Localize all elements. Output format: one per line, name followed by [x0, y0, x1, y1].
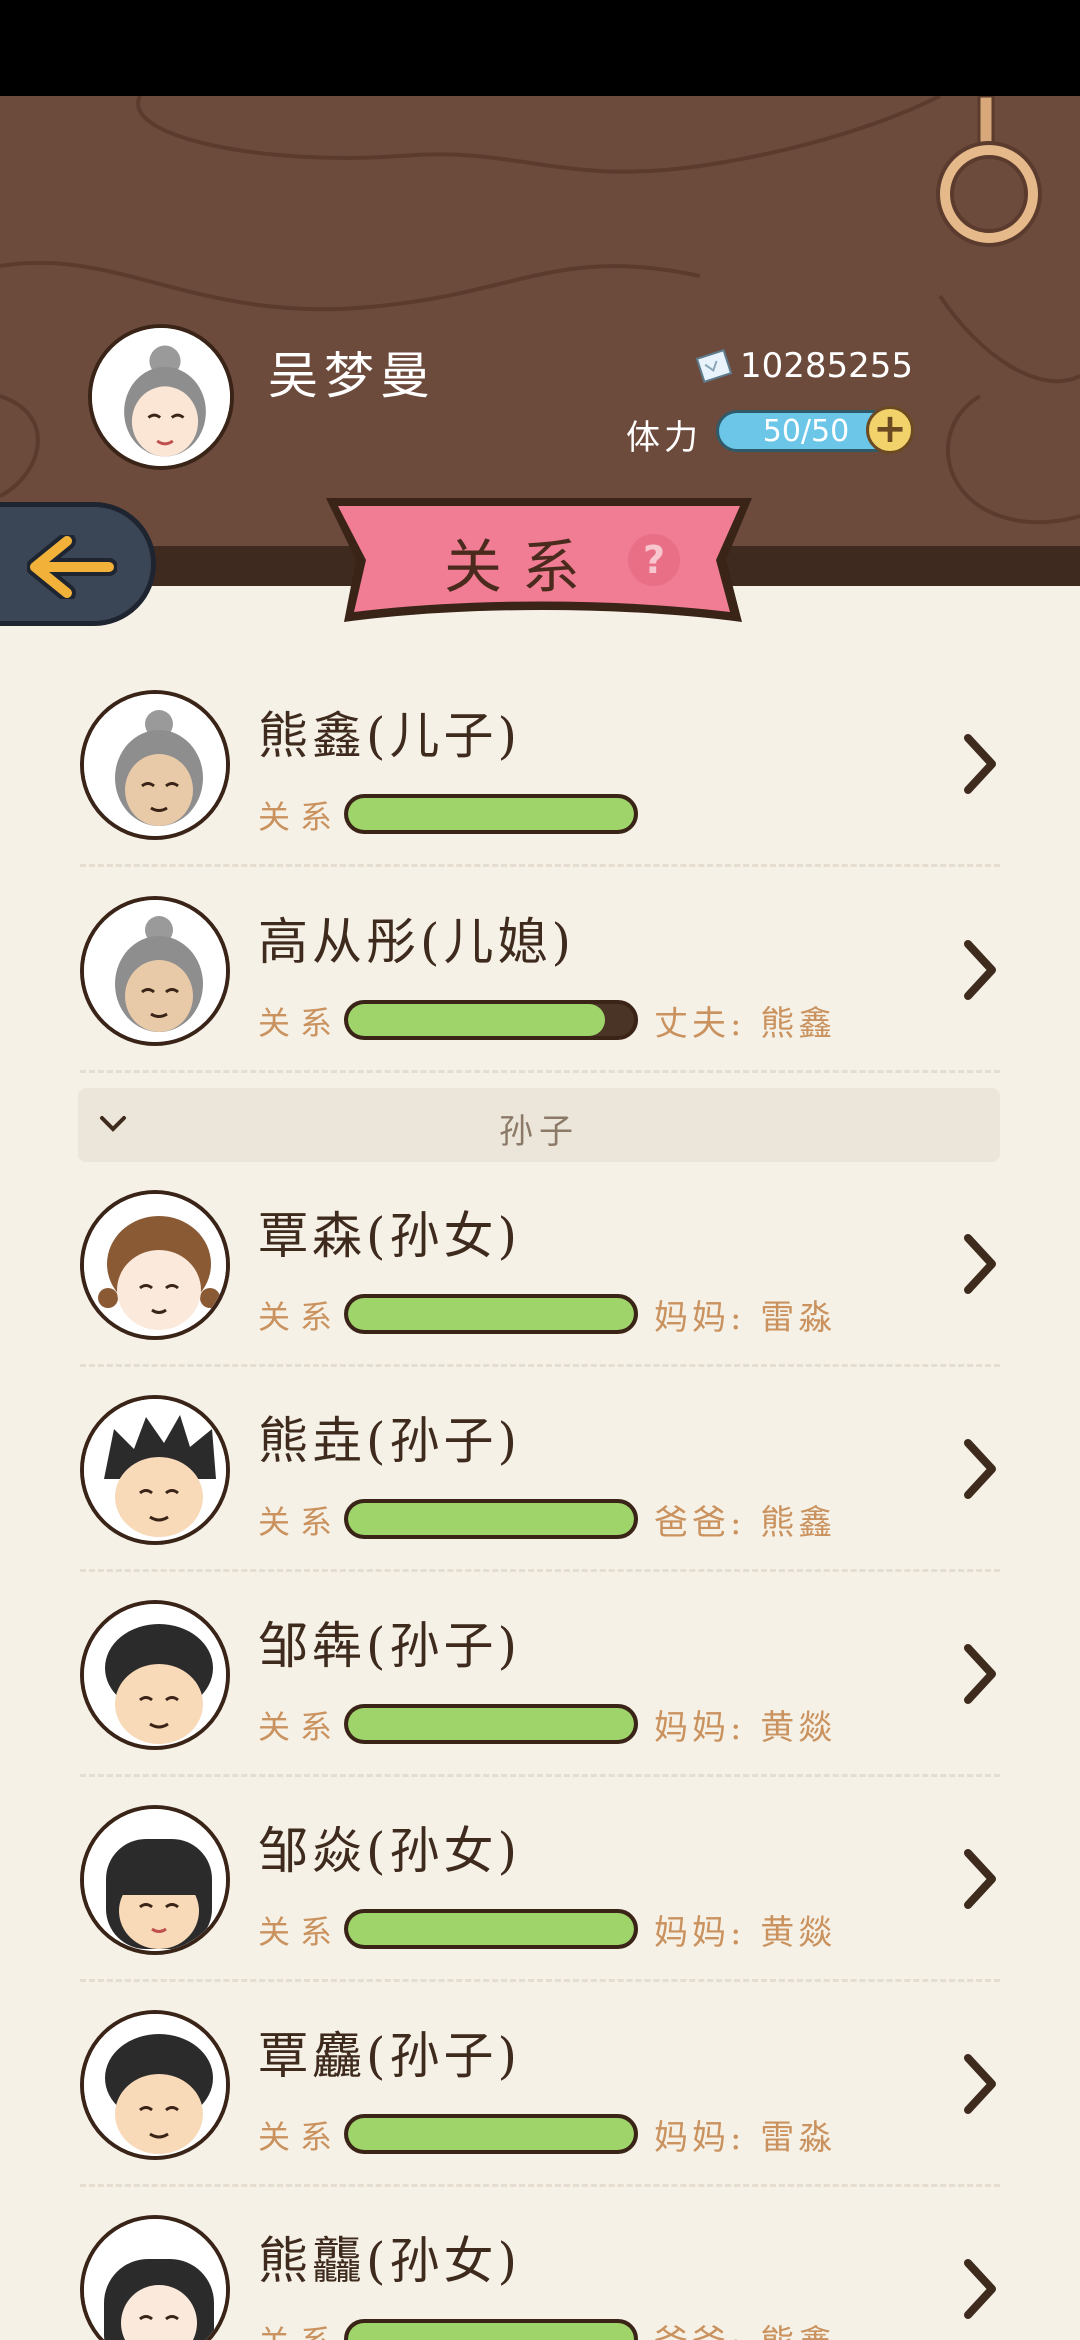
member-avatar [80, 2215, 230, 2340]
relation-bar [344, 1909, 638, 1949]
chevron-right-icon[interactable] [960, 1642, 1000, 1706]
boy-spiky-icon [84, 1399, 226, 1541]
relation-bar-fill [348, 1708, 634, 1740]
relation-label: 关系 [258, 798, 343, 836]
chevron-right-icon[interactable] [960, 938, 1000, 1002]
relations-banner: 关系 ? [322, 490, 756, 630]
relation-row[interactable]: 邹犇(孙子) 关系 妈妈: 黄燚 [0, 1590, 1080, 1795]
relation-note: 妈妈: 黄燚 [654, 1913, 837, 1953]
member-name: 熊鑫(儿子) [258, 707, 522, 765]
relation-row[interactable]: 熊龘(孙女) 关系 爸爸: 熊鑫 [0, 2205, 1080, 2340]
row-divider [80, 2184, 1000, 2187]
header-wood-panel [0, 96, 1080, 546]
relation-note: 妈妈: 雷淼 [654, 1298, 837, 1338]
relation-label: 关系 [258, 2118, 343, 2156]
player-name: 吴梦曼 [268, 347, 436, 405]
status-bar [0, 0, 1080, 96]
relation-row[interactable]: 覃麤(孙子) 关系 妈妈: 雷淼 [0, 2000, 1080, 2205]
money-amount: 10285255 [740, 346, 914, 386]
relation-label: 关系 [258, 1913, 343, 1951]
row-divider [80, 1364, 1000, 1367]
player-avatar[interactable] [88, 324, 234, 470]
member-name: 覃麤(孙子) [258, 2027, 522, 2085]
group-title: 孙子 [499, 1112, 579, 1152]
relation-bar [344, 794, 638, 834]
hanging-ring-icon [936, 96, 1042, 247]
relation-bar-fill [348, 1298, 634, 1330]
member-avatar [80, 2010, 230, 2160]
relation-label: 关系 [258, 1298, 343, 1336]
arrow-left-icon [27, 535, 117, 599]
relation-row[interactable]: 邹焱(孙女) 关系 妈妈: 黄燚 [0, 1795, 1080, 2000]
relation-note: 丈夫: 熊鑫 [654, 1004, 837, 1044]
member-name: 熊龘(孙女) [258, 2232, 522, 2290]
elder-woman-icon [84, 900, 226, 1042]
member-avatar [80, 1600, 230, 1750]
member-avatar [80, 690, 230, 840]
member-avatar [80, 1395, 230, 1545]
member-name: 邹焱(孙女) [258, 1822, 522, 1880]
boy-icon [84, 1604, 226, 1746]
row-divider [80, 1774, 1000, 1777]
chevron-right-icon[interactable] [960, 2257, 1000, 2321]
relation-label: 关系 [258, 2317, 342, 2340]
relation-row[interactable]: 熊垚(孙子) 关系 爸爸: 熊鑫 [0, 1385, 1080, 1590]
row-divider [80, 1070, 1000, 1073]
relation-row[interactable]: 熊鑫(儿子) 关系 [0, 680, 1080, 885]
relation-note: 爸爸: 熊鑫 [654, 2315, 836, 2340]
stamina-label: 体力 [626, 418, 702, 458]
chevron-right-icon[interactable] [960, 2052, 1000, 2116]
member-avatar [80, 896, 230, 1046]
relation-note: 妈妈: 雷淼 [654, 2118, 837, 2158]
money-display: 10285255 [694, 346, 913, 386]
relation-bar-fill [348, 798, 634, 830]
row-divider [80, 1569, 1000, 1572]
help-icon[interactable]: ? [628, 534, 680, 586]
chevron-right-icon[interactable] [960, 1437, 1000, 1501]
relation-bar [344, 1294, 638, 1334]
member-avatar [80, 1805, 230, 1955]
member-name: 覃森(孙女) [258, 1207, 522, 1265]
relation-label: 关系 [258, 1708, 343, 1746]
relation-bar [344, 2114, 638, 2154]
group-header-grandchildren[interactable]: 孙子 [78, 1088, 1000, 1162]
relation-bar-fill [348, 1913, 634, 1945]
member-name: 邹犇(孙子) [258, 1617, 522, 1675]
relation-note: 妈妈: 黄燚 [654, 1708, 837, 1748]
row-divider [80, 1979, 1000, 1982]
chevron-right-icon[interactable] [960, 1232, 1000, 1296]
chevron-right-icon[interactable] [960, 732, 1000, 796]
relation-bar [344, 1704, 638, 1744]
member-name: 熊垚(孙子) [258, 1412, 522, 1470]
relation-row[interactable]: 高从彤(儿媳) 关系 丈夫: 熊鑫 [0, 886, 1080, 1091]
relation-bar-fill [348, 1004, 606, 1036]
back-button[interactable] [0, 502, 156, 626]
add-stamina-button[interactable]: + [866, 406, 914, 454]
boy-icon [84, 2014, 226, 2156]
wood-grain-decoration [0, 96, 1080, 525]
girl-bangs-icon [84, 1809, 226, 1951]
relation-note: 爸爸: 熊鑫 [654, 1503, 837, 1543]
ticket-icon [695, 349, 733, 383]
relation-bar [344, 1499, 638, 1539]
relation-label: 关系 [258, 1004, 343, 1042]
member-name: 高从彤(儿媳) [258, 913, 576, 971]
relation-bar-fill [348, 1503, 634, 1535]
relation-bar-fill [348, 2323, 634, 2340]
row-divider [80, 864, 1000, 867]
elder-woman-icon [84, 694, 226, 836]
relation-label: 关系 [258, 1503, 343, 1541]
relation-bar [344, 2319, 638, 2340]
girl-long-icon [84, 2219, 226, 2340]
girl-icon [84, 1194, 226, 1336]
chevron-right-icon[interactable] [960, 1847, 1000, 1911]
relation-bar-fill [348, 2118, 634, 2150]
relation-bar [344, 1000, 638, 1040]
member-avatar [80, 1190, 230, 1340]
relation-row[interactable]: 覃森(孙女) 关系 妈妈: 雷淼 [0, 1180, 1080, 1385]
